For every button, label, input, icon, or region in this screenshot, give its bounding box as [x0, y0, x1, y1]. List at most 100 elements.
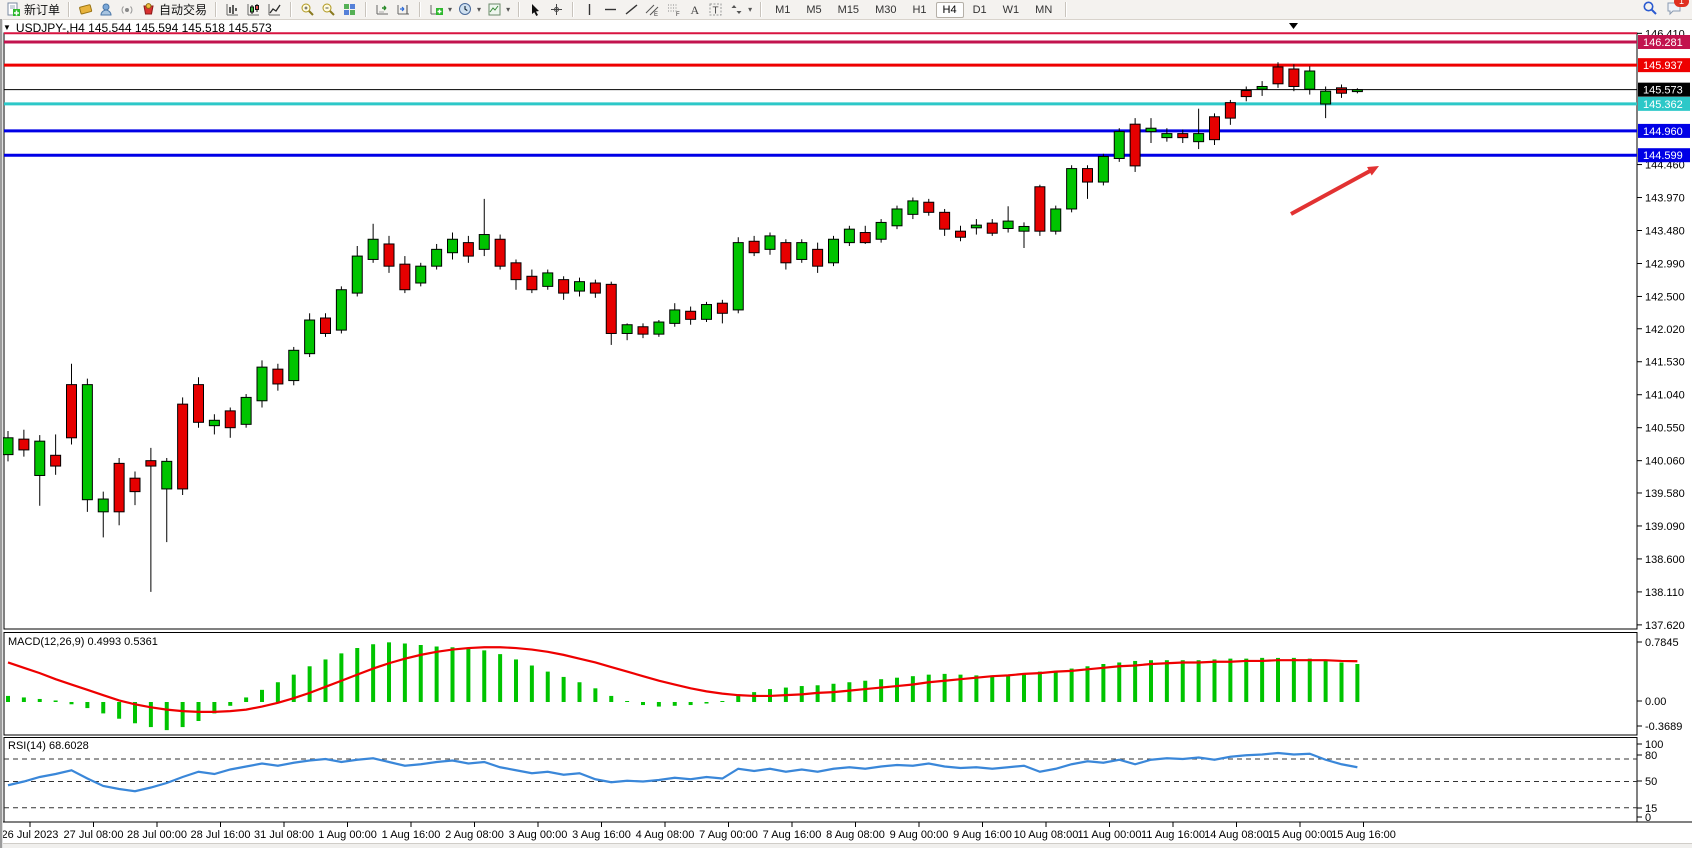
candle	[686, 311, 696, 319]
candle	[638, 327, 648, 334]
candle	[3, 438, 13, 455]
candle	[1114, 132, 1124, 159]
candle	[606, 284, 616, 333]
candle	[289, 350, 299, 380]
time-label: 27 Jul 08:00	[64, 829, 124, 841]
candle	[813, 249, 823, 266]
candle	[717, 303, 727, 313]
rsi-panel[interactable]	[4, 738, 1637, 823]
candle	[876, 222, 886, 239]
time-label: 15 Aug 00:00	[1268, 829, 1333, 841]
time-label: 7 Aug 00:00	[699, 829, 758, 841]
candle	[844, 229, 854, 242]
candle	[511, 263, 521, 280]
time-label: 7 Aug 16:00	[763, 829, 822, 841]
candle	[765, 236, 775, 249]
candle	[82, 385, 92, 500]
candle	[352, 256, 362, 293]
candle	[225, 411, 235, 428]
candle	[940, 212, 950, 229]
candle	[130, 478, 140, 491]
main-chart-panel[interactable]	[4, 33, 1637, 629]
time-label: 11 Aug 00:00	[1077, 829, 1141, 841]
chart-shift-marker[interactable]	[1289, 23, 1298, 29]
candle	[146, 461, 156, 466]
candle	[1098, 156, 1108, 182]
candle	[257, 367, 267, 401]
price-axis: 146.410144.460143.970143.480142.990142.5…	[1637, 28, 1685, 632]
candle	[543, 273, 553, 286]
candle	[305, 320, 315, 354]
svg-text:141.040: 141.040	[1645, 390, 1685, 402]
candle	[1337, 88, 1347, 93]
window-left-border	[0, 19, 3, 848]
time-label: 15 Aug 16:00	[1331, 829, 1396, 841]
svg-text:144.599: 144.599	[1643, 150, 1683, 162]
candle	[1051, 209, 1061, 231]
candle	[1083, 169, 1093, 182]
candle	[559, 280, 569, 293]
candle	[321, 318, 331, 333]
svg-text:142.990: 142.990	[1645, 258, 1685, 270]
mt4-terminal-window: 新订单自动交易▾▾▾EFAT▾M1M5M15M30H1H4D1W1MN1 ▼ U…	[0, 0, 1692, 848]
svg-text:139.090: 139.090	[1645, 521, 1685, 533]
candle	[670, 310, 680, 323]
rsi-label: RSI(14) 68.6028	[8, 740, 89, 752]
macd-panel[interactable]	[4, 633, 1637, 736]
candle	[51, 455, 61, 466]
candle	[479, 235, 489, 250]
candle	[590, 283, 600, 293]
candle	[781, 243, 791, 263]
candle	[1321, 91, 1331, 104]
svg-text:80: 80	[1645, 750, 1657, 762]
svg-text:143.970: 143.970	[1645, 193, 1685, 205]
candle	[1289, 69, 1299, 86]
candle	[1178, 134, 1188, 138]
candle	[35, 441, 45, 475]
chart-window-header: ▼ USDJPY-,H4 145.544 145.594 145.518 145…	[3, 21, 272, 34]
candle	[209, 420, 219, 425]
candle	[19, 439, 29, 450]
candle	[241, 397, 251, 424]
chart-canvas[interactable]: 146.410144.460143.970143.480142.990142.5…	[0, 0, 1692, 848]
candle	[622, 325, 632, 334]
candle	[1305, 71, 1315, 89]
svg-text:142.020: 142.020	[1645, 324, 1685, 336]
candle	[178, 404, 188, 489]
candle	[1241, 91, 1251, 97]
candle	[1130, 124, 1140, 166]
svg-text:144.960: 144.960	[1643, 126, 1683, 138]
candle	[114, 463, 124, 511]
candle	[273, 369, 283, 384]
candle	[448, 239, 458, 252]
time-label: 2 Aug 08:00	[445, 829, 504, 841]
time-label: 1 Aug 16:00	[382, 829, 441, 841]
time-label: 9 Aug 00:00	[890, 829, 949, 841]
candle	[908, 201, 918, 214]
time-label: 8 Aug 08:00	[826, 829, 885, 841]
candle	[733, 243, 743, 310]
candle	[575, 282, 585, 291]
svg-text:145.362: 145.362	[1643, 99, 1683, 111]
candle	[956, 231, 966, 237]
candle	[1257, 86, 1267, 89]
time-label: 28 Jul 16:00	[191, 829, 251, 841]
collapse-triangle-icon[interactable]: ▼	[3, 23, 11, 32]
candle	[797, 243, 807, 260]
chart-title: USDJPY-,H4 145.544 145.594 145.518 145.5…	[16, 21, 272, 35]
candle	[400, 264, 410, 290]
svg-text:145.573: 145.573	[1643, 85, 1683, 97]
time-label: 14 Aug 08:00	[1204, 829, 1269, 841]
time-label: 10 Aug 08:00	[1014, 829, 1079, 841]
candle	[1273, 67, 1283, 84]
time-label: 3 Aug 00:00	[509, 829, 568, 841]
candle	[1035, 187, 1045, 231]
time-label: 31 Jul 08:00	[254, 829, 314, 841]
candle	[1067, 169, 1077, 209]
time-label: 9 Aug 16:00	[953, 829, 1012, 841]
svg-text:140.550: 140.550	[1645, 423, 1685, 435]
candle	[987, 223, 997, 233]
svg-text:143.480: 143.480	[1645, 226, 1685, 238]
candle	[749, 241, 759, 252]
candle	[1194, 134, 1204, 142]
